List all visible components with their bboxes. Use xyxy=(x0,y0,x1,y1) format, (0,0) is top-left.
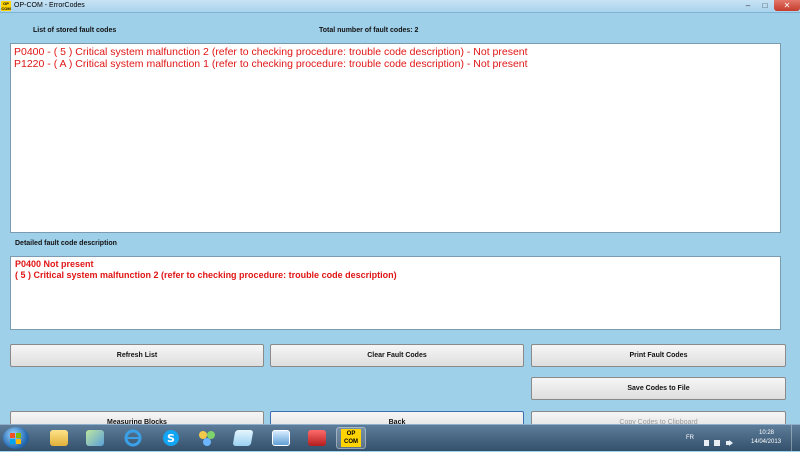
svg-text:S: S xyxy=(167,432,175,445)
title-bar: OP COM OP-COM - ErrorCodes – □ ✕ xyxy=(0,0,800,13)
detail-description-box[interactable]: P0400 Not present ( 5 ) Critical system … xyxy=(10,256,781,330)
print-fault-codes-button[interactable]: Print Fault Codes xyxy=(531,344,786,367)
clock-time[interactable]: 10:28 xyxy=(759,430,774,436)
detail-label: Detailed fault code description xyxy=(15,240,117,247)
fault-code-row[interactable]: P0400 - ( 5 ) Critical system malfunctio… xyxy=(14,46,780,58)
toolbox-icon[interactable] xyxy=(302,427,332,449)
close-button[interactable]: ✕ xyxy=(774,0,800,11)
opcom-taskbar-label-1: OP xyxy=(346,431,356,437)
opcom-taskbar-label-2: COM xyxy=(344,439,358,445)
stored-codes-list[interactable]: P0400 - ( 5 ) Critical system malfunctio… xyxy=(10,43,781,233)
network-icon[interactable] xyxy=(192,427,222,449)
detail-line: ( 5 ) Critical system malfunction 2 (ref… xyxy=(15,269,397,280)
remote-desktop-icon[interactable] xyxy=(266,427,296,449)
window-title: OP-COM - ErrorCodes xyxy=(14,2,85,9)
clear-fault-codes-button[interactable]: Clear Fault Codes xyxy=(270,344,524,367)
stored-codes-label: List of stored fault codes xyxy=(33,27,117,34)
opcom-app-icon: OP COM xyxy=(1,1,11,11)
show-desktop-button[interactable] xyxy=(791,425,800,451)
folder-icon[interactable] xyxy=(44,427,74,449)
clock-date[interactable]: 14/04/2013 xyxy=(751,439,781,445)
save-codes-button[interactable]: Save Codes to File xyxy=(531,377,786,400)
taskbar: S OP COM FR 10:28 14/04/2013 xyxy=(0,424,800,451)
start-button[interactable] xyxy=(3,427,29,449)
language-indicator[interactable]: FR xyxy=(686,435,694,441)
notes-icon[interactable] xyxy=(228,427,258,449)
ie-icon[interactable] xyxy=(118,427,148,449)
opcom-icon[interactable]: OP COM xyxy=(336,427,366,449)
minimize-button[interactable]: – xyxy=(740,0,756,11)
refresh-list-button[interactable]: Refresh List xyxy=(10,344,264,367)
fault-code-row[interactable]: P1220 - ( A ) Critical system malfunctio… xyxy=(14,58,780,70)
detail-line: P0400 Not present xyxy=(15,259,94,269)
image-icon[interactable] xyxy=(80,427,110,449)
total-codes-label: Total number of fault codes: 2 xyxy=(319,27,419,34)
tray-icons[interactable] xyxy=(702,434,742,446)
maximize-button[interactable]: □ xyxy=(757,0,773,11)
skype-icon[interactable]: S xyxy=(156,427,186,449)
